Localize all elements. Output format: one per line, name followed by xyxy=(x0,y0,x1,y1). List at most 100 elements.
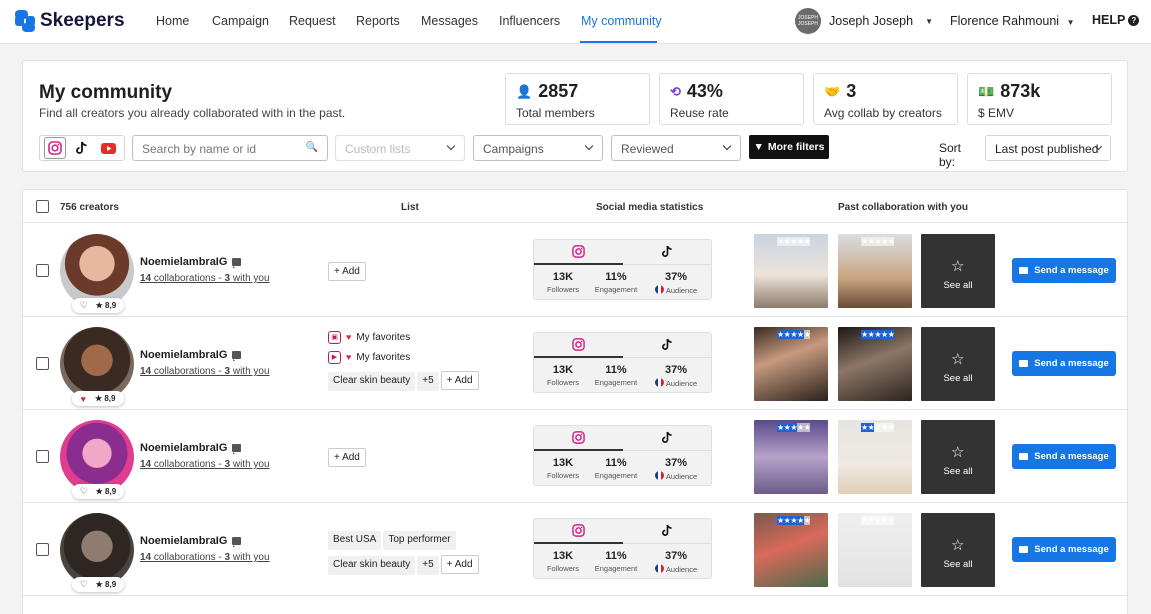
see-all-button[interactable]: ☆ See all xyxy=(921,420,995,494)
tag[interactable]: Clear skin beauty xyxy=(328,556,416,575)
collaborations-link[interactable]: 14 collaborations - 3 with you xyxy=(140,366,270,377)
nav-home[interactable]: Home xyxy=(156,14,189,28)
send-message-button[interactable]: Send a message xyxy=(1012,444,1116,469)
engagement-label: Engagement xyxy=(594,564,638,573)
nav-my-community[interactable]: My community xyxy=(581,14,662,28)
see-all-button[interactable]: ☆ See all xyxy=(921,513,995,587)
star-icon: ☆ xyxy=(951,351,965,368)
user-menu[interactable]: JOSEPH JOSEPH Joseph Joseph ▼ xyxy=(795,8,933,34)
more-filters-button[interactable]: ▼ More filters xyxy=(749,135,829,159)
more-tags[interactable]: +5 xyxy=(417,372,439,391)
collab-thumbnail[interactable]: ★★★★★ xyxy=(754,234,828,308)
message-icon xyxy=(232,258,242,268)
org-menu[interactable]: Florence Rahmouni ▼ xyxy=(950,14,1075,28)
help-button[interactable]: HELP ? xyxy=(1092,13,1140,27)
table-row[interactable]: ♡ ★ 8,9 NoemielambraIG 14 collaborations… xyxy=(23,503,1127,596)
collaborations-link[interactable]: 14 collaborations - 3 with you xyxy=(140,273,270,284)
collab-thumbnail[interactable]: ★★★★★ xyxy=(754,513,828,587)
add-list-button[interactable]: + Add xyxy=(328,448,366,467)
table-row[interactable]: ♡ ★ 8,9 NoemielambraIG 14 collaborations… xyxy=(23,224,1127,317)
score: ★ 8,9 xyxy=(95,487,117,496)
tiktok-icon[interactable] xyxy=(661,245,673,261)
list-cell: + Add xyxy=(328,447,366,467)
heart-outline-icon[interactable]: ♡ xyxy=(80,486,88,497)
row-checkbox[interactable] xyxy=(36,357,49,370)
tiktok-icon[interactable] xyxy=(661,431,673,447)
collab-thumbnail[interactable]: ★★★★★ xyxy=(754,420,828,494)
collab-thumbnail[interactable]: ★★★★★ xyxy=(838,234,912,308)
search-icon: 🔍 xyxy=(305,142,318,153)
logo[interactable]: Skeepers xyxy=(15,10,125,32)
instagram-icon[interactable] xyxy=(572,338,585,354)
with-you-count: 3 xyxy=(224,366,231,377)
heart-outline-icon[interactable]: ♡ xyxy=(80,300,88,311)
reviewed-select[interactable]: Reviewed xyxy=(611,135,741,161)
send-message-button[interactable]: Send a message xyxy=(1012,351,1116,376)
search-input[interactable]: Search by name or id 🔍 xyxy=(132,135,328,161)
creator-avatar[interactable] xyxy=(60,327,134,401)
table-row[interactable]: ♥ ★ 8,9 NoemielambraIG 14 collaborations… xyxy=(23,317,1127,410)
row-checkbox[interactable] xyxy=(36,264,49,277)
engagement-label: Engagement xyxy=(594,378,638,387)
creator-avatar[interactable] xyxy=(60,513,134,587)
collaborations-link[interactable]: 14 collaborations - 3 with you xyxy=(140,552,270,563)
instagram-filter-button[interactable] xyxy=(44,137,67,159)
page-title: My community xyxy=(39,82,173,103)
collaborations-link[interactable]: 14 collaborations - 3 with you xyxy=(140,459,270,470)
row-checkbox[interactable] xyxy=(36,450,49,463)
nav-request[interactable]: Request xyxy=(289,14,336,28)
collab-thumbnail[interactable]: ★★★★★ xyxy=(754,327,828,401)
creator-name[interactable]: NoemielambraIG xyxy=(140,535,242,547)
tiktok-icon[interactable] xyxy=(661,524,673,540)
creator-name[interactable]: NoemielambraIG xyxy=(140,442,242,454)
send-message-button[interactable]: Send a message xyxy=(1012,537,1116,562)
org-name: Florence Rahmouni xyxy=(950,14,1060,28)
see-all-button[interactable]: ☆ See all xyxy=(921,234,995,308)
collab-thumbnail[interactable]: ★★★★★ xyxy=(838,513,912,587)
list-item[interactable]: ▣ ♥ My favorites xyxy=(328,327,479,347)
audience-label-text: Audience xyxy=(665,565,698,574)
nav-reports[interactable]: Reports xyxy=(356,14,400,28)
creator-name[interactable]: NoemielambraIG xyxy=(140,349,242,361)
nav-campaign[interactable]: Campaign xyxy=(212,14,269,28)
tiktok-filter-button[interactable] xyxy=(71,137,93,159)
tag[interactable]: Top performer xyxy=(383,531,456,550)
table-row[interactable]: ♡ ★ 8,9 NoemielambraIG 14 collaborations… xyxy=(23,410,1127,503)
collab-thumbnail[interactable]: ★★★★★ xyxy=(838,327,912,401)
creator-name[interactable]: NoemielambraIG xyxy=(140,256,242,268)
collab-text: collaborations - xyxy=(153,366,225,377)
collab-text: collaborations - xyxy=(153,459,225,470)
heart-outline-icon[interactable]: ♡ xyxy=(80,579,88,590)
youtube-filter-button[interactable] xyxy=(98,137,120,159)
add-list-button[interactable]: + Add xyxy=(440,555,479,574)
list-item[interactable]: ▶ ♥ My favorites xyxy=(328,347,479,367)
stat-reuse-rate: ⟲ 43% Reuse rate xyxy=(659,73,804,125)
creator-avatar[interactable] xyxy=(60,420,134,494)
nav-messages[interactable]: Messages xyxy=(421,14,478,28)
audience-label: Audience xyxy=(648,471,704,481)
more-tags[interactable]: +5 xyxy=(417,556,439,575)
audience-label: Audience xyxy=(648,564,704,574)
tag[interactable]: Clear skin beauty xyxy=(328,372,416,391)
image-icon: ▣ xyxy=(328,330,341,344)
tiktok-icon[interactable] xyxy=(661,338,673,354)
tag[interactable]: Best USA xyxy=(328,531,382,550)
sort-select[interactable]: Last post published xyxy=(985,135,1111,161)
creator-avatar[interactable] xyxy=(60,234,134,308)
collab-thumbnail[interactable]: ★★★★★ xyxy=(838,420,912,494)
score-value: 8,9 xyxy=(105,580,117,589)
send-message-button[interactable]: Send a message xyxy=(1012,258,1116,283)
select-all-checkbox[interactable] xyxy=(36,200,49,213)
campaigns-select[interactable]: Campaigns xyxy=(473,135,603,161)
add-list-button[interactable]: + Add xyxy=(328,262,366,281)
stat-emv: 💵 873k $ EMV xyxy=(967,73,1112,125)
heart-filled-icon[interactable]: ♥ xyxy=(81,394,86,404)
add-list-button[interactable]: + Add xyxy=(440,371,479,390)
see-all-button[interactable]: ☆ See all xyxy=(921,327,995,401)
row-checkbox[interactable] xyxy=(36,543,49,556)
custom-lists-select[interactable]: Custom lists xyxy=(335,135,465,161)
nav-influencers[interactable]: Influencers xyxy=(499,14,560,28)
instagram-icon[interactable] xyxy=(572,524,585,540)
instagram-icon[interactable] xyxy=(572,431,585,447)
instagram-icon[interactable] xyxy=(572,245,585,261)
